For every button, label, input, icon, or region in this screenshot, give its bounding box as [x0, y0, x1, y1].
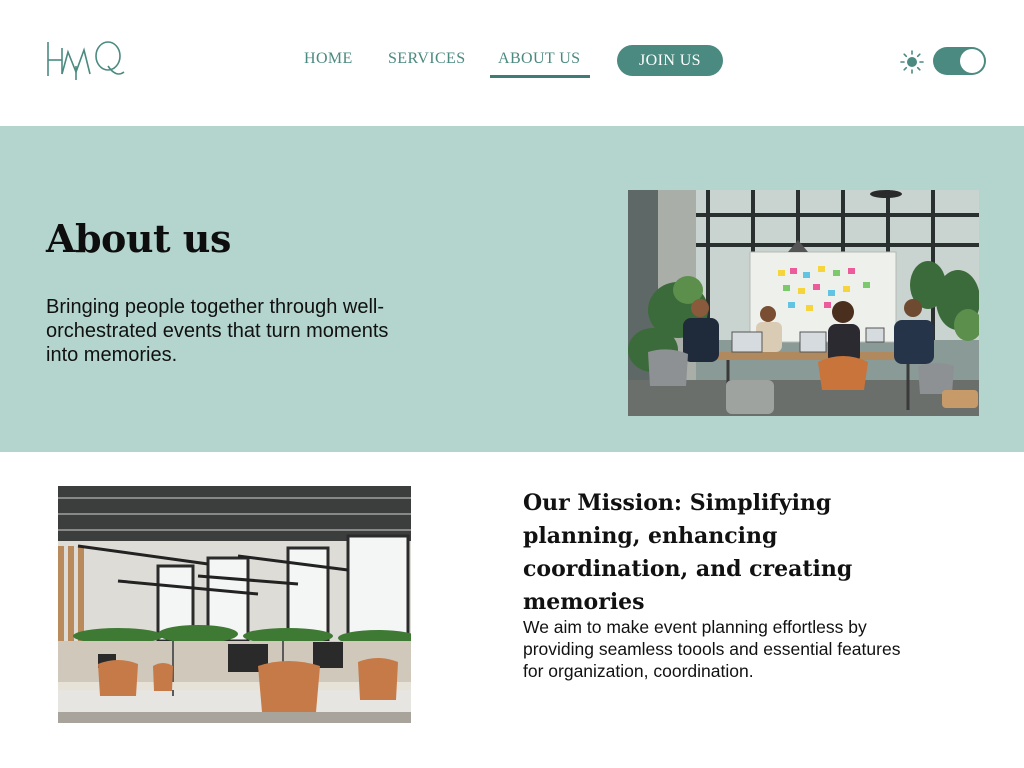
page-title: About us	[46, 216, 231, 261]
nav-home[interactable]: HOME	[304, 50, 353, 68]
mission-description: We aim to make event planning effortless…	[523, 617, 901, 681]
site-header: HOME SERVICES ABOUT US JOIN US	[0, 0, 1024, 126]
nav-active-underline	[490, 75, 590, 78]
office-workspace-photo	[58, 486, 411, 723]
toggle-knob	[960, 49, 984, 73]
nav-about-us[interactable]: ABOUT US	[498, 50, 580, 68]
about-hero: About us Bringing people together throug…	[0, 126, 1024, 452]
theme-toggle[interactable]	[933, 47, 986, 75]
hero-description: Bringing people together through well-or…	[46, 296, 389, 366]
join-us-button[interactable]: JOIN US	[617, 45, 723, 76]
logo[interactable]	[46, 38, 126, 82]
team-meeting-photo	[628, 190, 979, 416]
sun-icon	[899, 49, 925, 75]
hmq-logo-icon	[47, 41, 125, 80]
nav-services[interactable]: SERVICES	[388, 50, 466, 68]
mission-title: Our Mission: Simplifying planning, enhan…	[523, 490, 853, 615]
